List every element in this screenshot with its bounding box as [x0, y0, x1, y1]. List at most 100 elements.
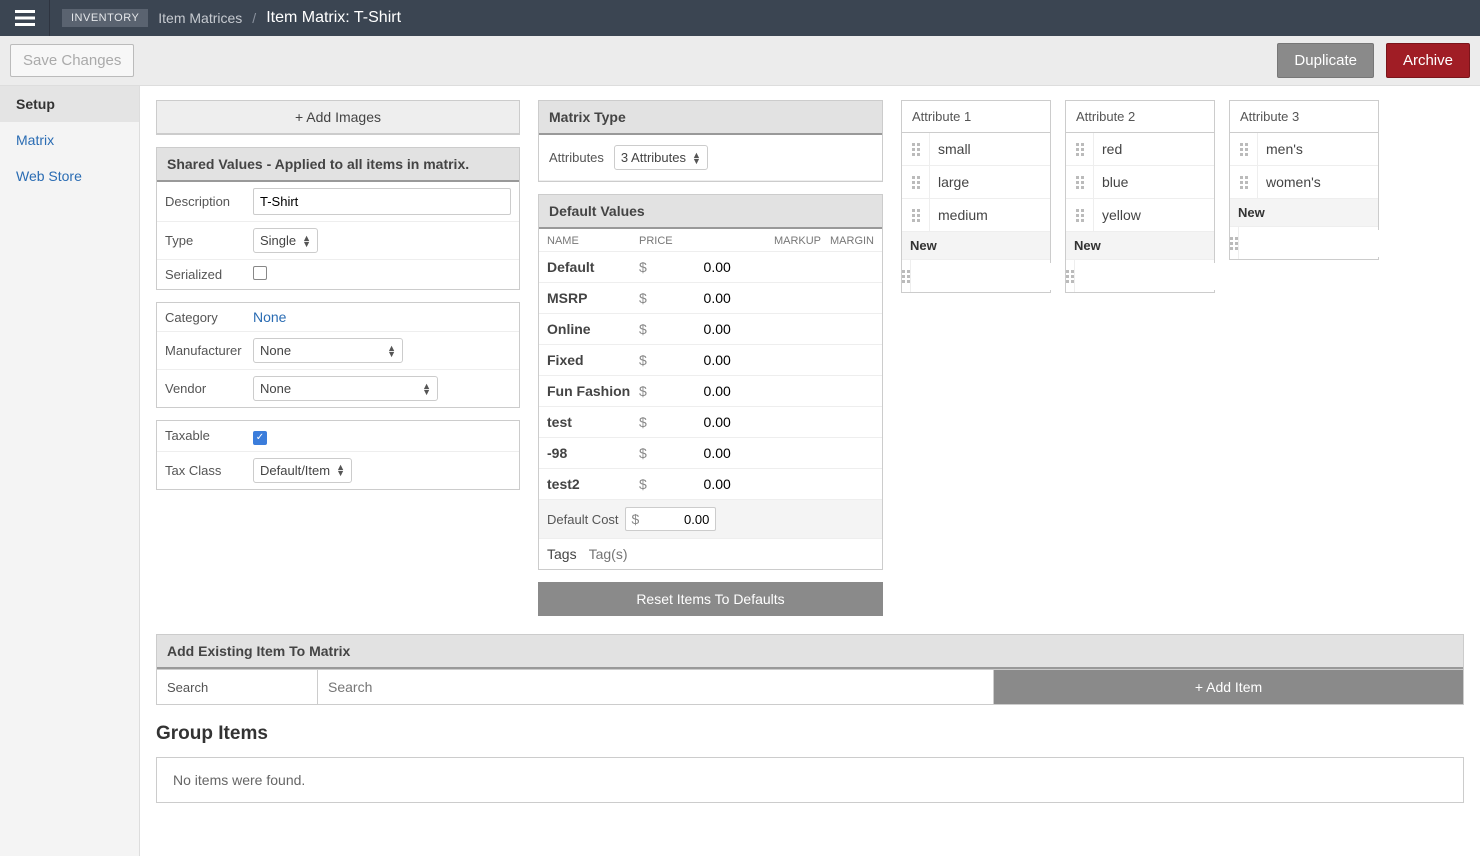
price-input[interactable]: [651, 414, 731, 430]
serialized-checkbox[interactable]: [253, 266, 267, 280]
page-title: Item Matrix: T-Shirt: [266, 9, 401, 27]
price-input[interactable]: [651, 352, 731, 368]
attribute-item[interactable]: medium: [902, 199, 1050, 232]
select-arrows-icon: ▲▼: [422, 383, 431, 395]
drag-handle-icon[interactable]: [902, 199, 930, 231]
inventory-tag[interactable]: INVENTORY: [62, 9, 148, 27]
attribute-item[interactable]: blue: [1066, 166, 1214, 199]
tax-class-select[interactable]: Default/Item▲▼: [253, 458, 352, 483]
taxable-checkbox[interactable]: [253, 431, 267, 445]
sidebar-item-setup[interactable]: Setup: [0, 86, 139, 122]
default-cost-label: Default Cost: [547, 512, 619, 527]
dollar-icon: $: [632, 511, 640, 527]
add-item-button[interactable]: + Add Item: [993, 670, 1463, 704]
price-row-name: -98: [539, 445, 639, 461]
matrix-type-heading: Matrix Type: [539, 101, 882, 135]
attribute-title: Attribute 2: [1065, 100, 1215, 132]
attribute-item[interactable]: yellow: [1066, 199, 1214, 232]
attribute-item[interactable]: red: [1066, 133, 1214, 166]
drag-handle-icon[interactable]: [1230, 166, 1258, 198]
price-row: test$: [539, 407, 882, 438]
dollar-icon: $: [639, 352, 647, 368]
dollar-icon: $: [639, 259, 647, 275]
add-images-button[interactable]: + Add Images: [157, 101, 519, 134]
price-input[interactable]: [651, 445, 731, 461]
attributes-select[interactable]: 3 Attributes▲▼: [614, 145, 708, 170]
price-input[interactable]: [651, 383, 731, 399]
attribute-new-label: New: [1066, 232, 1214, 260]
manufacturer-label: Manufacturer: [165, 343, 253, 358]
add-existing-heading: Add Existing Item To Matrix: [157, 635, 1463, 669]
search-input[interactable]: [317, 670, 993, 704]
dollar-icon: $: [639, 445, 647, 461]
drag-handle-icon[interactable]: [1066, 133, 1094, 165]
attribute-item[interactable]: small: [902, 133, 1050, 166]
drag-handle-icon[interactable]: [1066, 166, 1094, 198]
attribute-new-row: [1230, 227, 1378, 259]
attribute-value: red: [1094, 134, 1214, 164]
price-row: Fixed$: [539, 345, 882, 376]
category-label: Category: [165, 310, 253, 325]
attribute-column: Attribute 1smalllargemediumNew: [901, 100, 1051, 293]
price-row-name: MSRP: [539, 290, 639, 306]
default-cost-input[interactable]: [639, 512, 709, 527]
reset-items-button[interactable]: Reset Items To Defaults: [538, 582, 883, 616]
drag-handle-icon[interactable]: [1230, 133, 1258, 165]
dollar-icon: $: [639, 414, 647, 430]
col-price: PRICE: [639, 235, 749, 247]
attribute-value: large: [930, 167, 1050, 197]
drag-handle-icon[interactable]: [902, 166, 930, 198]
price-input[interactable]: [651, 259, 731, 275]
shared-values-heading: Shared Values - Applied to all items in …: [157, 148, 519, 182]
breadcrumb-separator: /: [252, 10, 256, 26]
drag-handle-icon[interactable]: [902, 260, 911, 292]
manufacturer-select[interactable]: None▲▼: [253, 338, 403, 363]
attribute-value: medium: [930, 200, 1050, 230]
price-input[interactable]: [651, 476, 731, 492]
dollar-icon: $: [639, 321, 647, 337]
attribute-value: yellow: [1094, 200, 1214, 230]
attribute-item[interactable]: large: [902, 166, 1050, 199]
drag-handle-icon[interactable]: [1230, 227, 1239, 259]
select-arrows-icon: ▲▼: [302, 235, 311, 247]
price-row-name: test: [539, 414, 639, 430]
price-input[interactable]: [651, 321, 731, 337]
archive-button[interactable]: Archive: [1386, 43, 1470, 78]
vendor-label: Vendor: [165, 381, 253, 396]
price-row: -98$: [539, 438, 882, 469]
select-arrows-icon: ▲▼: [387, 345, 396, 357]
breadcrumb-link-matrices[interactable]: Item Matrices: [158, 10, 242, 26]
attribute-new-input[interactable]: [1239, 230, 1427, 257]
attribute-value: small: [930, 134, 1050, 164]
attribute-value: blue: [1094, 167, 1214, 197]
attribute-item[interactable]: men's: [1230, 133, 1378, 166]
sidebar-item-matrix[interactable]: Matrix: [0, 122, 139, 158]
price-row-name: Default: [539, 259, 639, 275]
type-label: Type: [165, 233, 253, 248]
category-value[interactable]: None: [253, 309, 286, 325]
select-arrows-icon: ▲▼: [336, 464, 345, 476]
vendor-select[interactable]: None▲▼: [253, 376, 438, 401]
tags-input[interactable]: [589, 546, 874, 562]
sidebar-item-webstore[interactable]: Web Store: [0, 158, 139, 194]
menu-button[interactable]: [0, 0, 50, 36]
type-select[interactable]: Single▲▼: [253, 228, 318, 253]
price-row: Online$: [539, 314, 882, 345]
price-row: test2$: [539, 469, 882, 500]
duplicate-button[interactable]: Duplicate: [1277, 43, 1374, 78]
attribute-new-label: New: [902, 232, 1050, 260]
save-button[interactable]: Save Changes: [10, 44, 134, 77]
drag-handle-icon[interactable]: [902, 133, 930, 165]
attribute-title: Attribute 3: [1229, 100, 1379, 132]
drag-handle-icon[interactable]: [1066, 199, 1094, 231]
col-markup: MARKUP: [749, 235, 827, 247]
dollar-icon: $: [639, 476, 647, 492]
taxable-label: Taxable: [165, 428, 253, 443]
drag-handle-icon[interactable]: [1066, 260, 1075, 292]
attribute-item[interactable]: women's: [1230, 166, 1378, 199]
col-margin: MARGIN: [827, 235, 882, 247]
price-input[interactable]: [651, 290, 731, 306]
attribute-value: men's: [1258, 134, 1378, 164]
description-input[interactable]: [253, 188, 511, 215]
search-label: Search: [157, 672, 317, 703]
